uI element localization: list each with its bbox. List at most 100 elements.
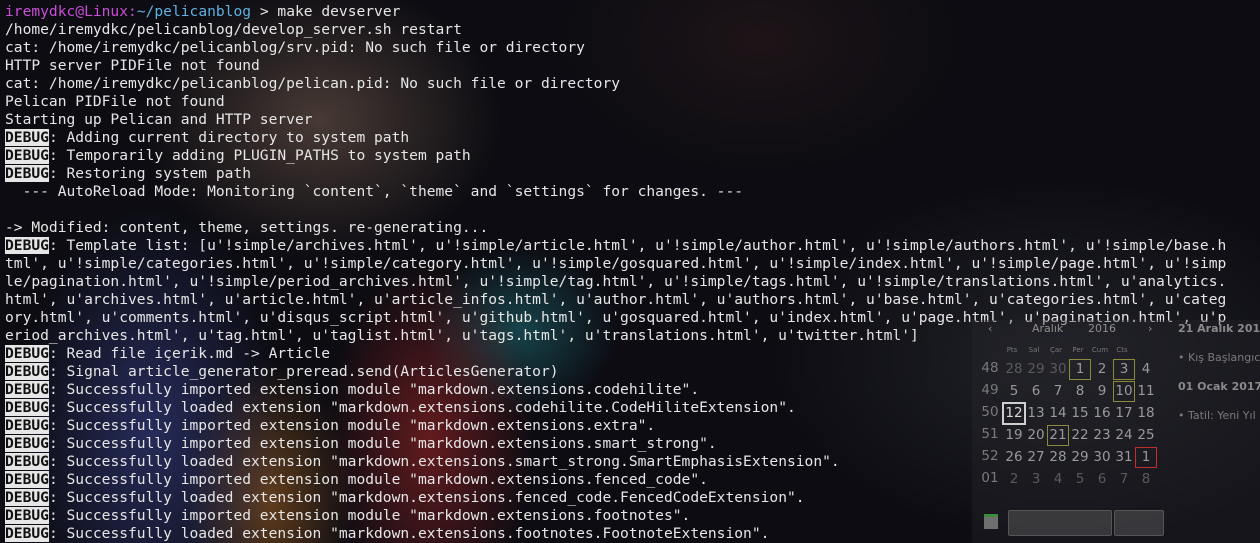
calendar-day[interactable]: 25 [1136,426,1156,445]
calendar-day[interactable]: 2 [1004,470,1024,489]
debug-tag: DEBUG [5,165,49,182]
week-number: 52 [981,448,999,464]
terminal-line: iremydkc@Linux:~/pelicanblog > make devs… [5,3,401,20]
calendar-week-row: 49 5 6 7 8 9 10 11 [978,381,1155,403]
debug-tag: DEBUG [5,435,49,452]
calendar-desklet: ‹ Aralık 2016 › Pts Sal Çar Per Cum Cts 48 28 2… [972,320,1260,543]
calendar-day[interactable]: 3 [1113,359,1135,380]
calendar-day[interactable]: 31 [1114,448,1134,467]
calendar-day[interactable]: 26 [1004,448,1024,467]
calendar-day[interactable]: 19 [1004,426,1024,445]
calendar-day[interactable]: 14 [1048,404,1068,423]
calendar-day[interactable]: 1 [1069,359,1091,380]
calendar-day[interactable]: 20 [1026,426,1046,445]
line-text: : Successfully loaded extension "markdow… [48,453,840,470]
debug-tag: DEBUG [5,237,49,254]
calendar-day[interactable]: 27 [1026,448,1046,467]
line-text: eriod_archives.html', u'tag.html', u'tag… [5,327,919,344]
terminal-line: DEBUG: Restoring system path [5,165,1260,183]
calendar-day[interactable]: 21 [1047,425,1069,446]
calendar-day[interactable]: 5 [1004,382,1024,401]
terminal-line: cat: /home/iremydkc/pelicanblog/pelican.… [5,75,1260,93]
terminal-line: -> Modified: content, theme, settings. r… [5,219,1260,237]
weekday-label: Pts [1006,346,1018,354]
calendar-day[interactable]: 4 [1136,360,1156,379]
calendar-day[interactable]: 22 [1070,426,1090,445]
line-text: : Restoring system path [48,165,252,182]
terminal-line: DEBUG: Adding current directory to syste… [5,129,1260,147]
calendar-day[interactable]: 30 [1048,360,1068,379]
event-date: 01 Ocak 2017 [1178,380,1260,393]
calendar-day[interactable]: 7 [1048,382,1068,401]
weekday-label: Sal [1028,346,1040,354]
calendar-day[interactable]: 6 [1092,470,1112,489]
debug-tag: DEBUG [5,417,49,434]
calendar-day[interactable]: 13 [1026,404,1046,423]
line-text: html', u'archives.html', u'article.html'… [5,291,1227,308]
calendar-day[interactable]: 7 [1114,470,1134,489]
calendar-day[interactable]: 6 [1026,382,1046,401]
event-item: • Kış Başlangıcı [1178,351,1260,364]
line-text: : Successfully loaded extension "markdow… [48,489,805,506]
line-text: --- AutoReload Mode: Monitoring `content… [5,183,744,200]
calendar-day[interactable]: 29 [1026,360,1046,379]
week-number: 50 [981,404,999,420]
calendar-day[interactable]: 23 [1092,426,1112,445]
calendar-day[interactable]: 4 [1048,470,1068,489]
calendar-day[interactable]: 10 [1113,381,1135,402]
terminal-line: le/pagination.html', u'!simple/period_ar… [5,273,1260,291]
debug-tag: DEBUG [5,453,49,470]
weekday-label: Cts [1116,346,1128,354]
calendar-day[interactable]: 2 [1092,360,1112,379]
terminal-line: DEBUG: Temporarily adding PLUGIN_PATHS t… [5,147,1260,165]
terminal-line: Pelican PIDFile not found [5,93,1260,111]
calendar-day[interactable]: 5 [1070,470,1090,489]
calendar-event-input[interactable] [1008,510,1112,536]
calendar-day[interactable]: 8 [1136,470,1156,489]
calendar-week-row: 48 28 29 30 1 2 3 4 [978,359,1150,381]
line-text: cat: /home/iremydkc/pelicanblog/srv.pid:… [5,39,585,56]
line-text: : Successfully loaded extension "markdow… [48,525,770,542]
calendar-day[interactable]: 24 [1114,426,1134,445]
calendar-day[interactable]: 1 [1135,447,1157,468]
debug-tag: DEBUG [5,363,49,380]
calendar-day[interactable]: 16 [1092,404,1112,423]
weekday-label: Per [1072,346,1084,354]
chevron-left-icon[interactable]: ‹ [988,322,992,335]
prompt-symbol: > [251,3,278,20]
calendar-day[interactable]: 29 [1070,448,1090,467]
week-number: 48 [981,360,999,376]
calendar-day[interactable]: 9 [1092,382,1112,401]
calendar-week-row: 01 2 3 4 5 6 7 8 [978,470,1150,491]
debug-tag: DEBUG [5,399,49,416]
week-number: 01 [981,470,999,486]
debug-tag: DEBUG [5,525,49,542]
prompt-path: ~/pelicanblog [136,3,252,20]
calendar-day[interactable]: 28 [1048,448,1068,467]
debug-tag: DEBUG [5,147,49,164]
calendar-day[interactable]: 30 [1092,448,1112,467]
calendar-day[interactable]: 18 [1136,404,1156,423]
line-text: -> Modified: content, theme, settings. r… [5,219,489,236]
line-text: Starting up Pelican and HTTP server [5,111,313,128]
calendar-day[interactable]: 17 [1114,404,1134,423]
calendar-add-button[interactable] [1114,510,1164,536]
line-text: Pelican PIDFile not found [5,93,225,110]
line-text: : Signal article_generator_preread.send(… [48,363,559,380]
calendar-day[interactable]: 3 [1026,470,1046,489]
calendar-day[interactable]: 11 [1136,382,1156,401]
terminal-line: HTTP server PIDFile not found [5,57,1260,75]
calendar-day[interactable]: 8 [1070,382,1090,401]
calendar-day[interactable]: 12 [1002,402,1026,425]
calendar-day[interactable]: 28 [1004,360,1024,379]
chevron-right-icon[interactable]: › [1148,322,1152,335]
line-text: : Successfully imported extension module… [48,507,691,524]
calendar-week-row: 52 26 27 28 29 30 31 1 [978,447,1157,469]
calendar-day[interactable]: 15 [1070,404,1090,423]
line-text: : Template list: [u'!simple/archives.htm… [48,237,1227,254]
calendar-icon[interactable] [984,514,998,529]
prompt-user: iremydkc@Linux [5,3,129,20]
calendar-year: 2016 [1088,322,1116,335]
line-text: : Successfully imported extension module… [48,417,656,434]
